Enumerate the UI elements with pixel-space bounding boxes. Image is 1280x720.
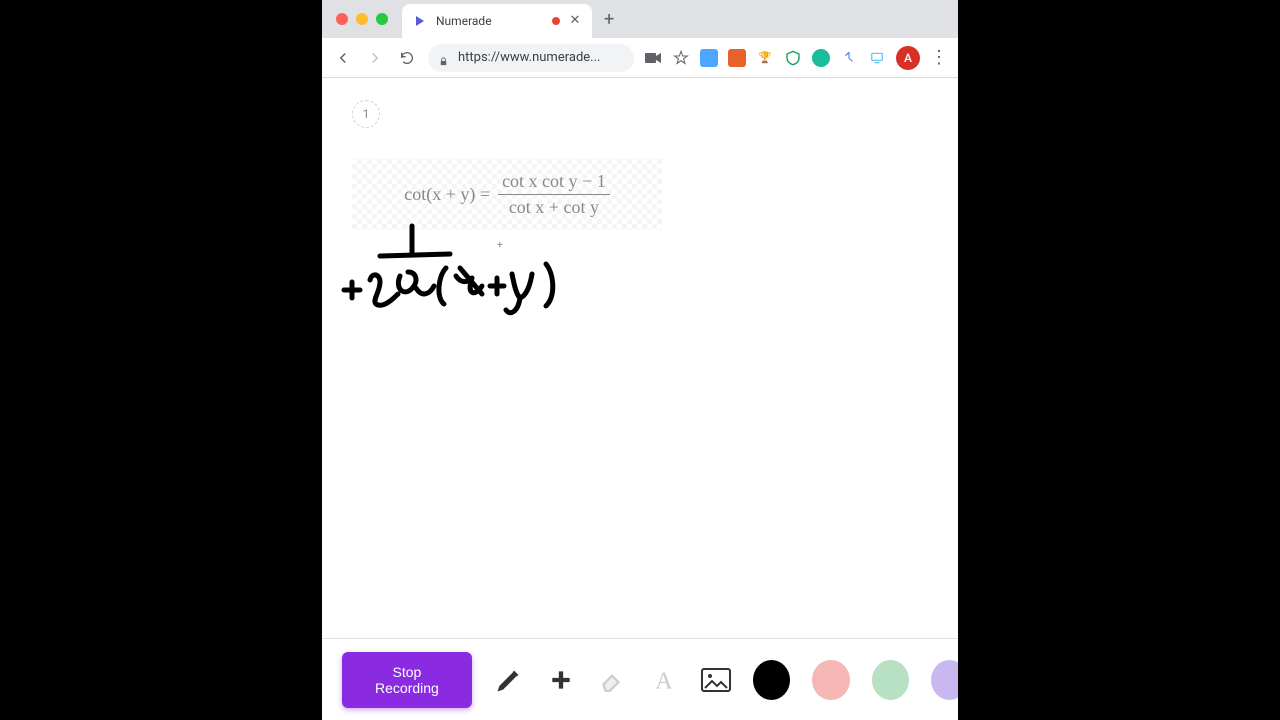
pencil-tool[interactable] [494, 664, 524, 696]
letterbox-left [0, 0, 322, 720]
extension-icon-6[interactable] [840, 49, 858, 67]
new-tab-button[interactable]: + [604, 9, 614, 30]
window-close-button[interactable] [336, 13, 348, 25]
svg-text:A: A [655, 668, 673, 692]
eraser-tool[interactable] [597, 664, 627, 696]
address-bar: https://www.numerade... 🏆 A ⋮ [322, 38, 958, 78]
video-icon[interactable] [644, 49, 662, 67]
extension-icon-7[interactable] [868, 49, 886, 67]
forward-button[interactable] [364, 47, 386, 69]
cursor-crosshair-icon: + [497, 240, 503, 251]
formula-lhs: cot(x + y) = [404, 184, 490, 205]
add-tool[interactable] [546, 664, 576, 696]
tab-favicon-icon [412, 13, 428, 29]
extension-icon-2[interactable] [728, 49, 746, 67]
extension-icons: 🏆 A ⋮ [644, 46, 948, 70]
extension-icon-5[interactable] [812, 49, 830, 67]
color-black[interactable] [753, 660, 790, 700]
window-minimize-button[interactable] [356, 13, 368, 25]
profile-avatar[interactable]: A [896, 46, 920, 70]
lock-icon [438, 52, 450, 64]
handwriting-canvas[interactable]: + [332, 218, 592, 338]
formula-denominator: cot x + cot y [505, 195, 603, 218]
text-tool[interactable]: A [649, 664, 679, 696]
window-controls [336, 13, 388, 25]
recording-indicator-icon [552, 17, 560, 25]
tab-bar: Numerade ✕ + [322, 0, 958, 38]
reload-button[interactable] [396, 47, 418, 69]
color-purple[interactable] [931, 660, 958, 700]
color-pink[interactable] [812, 660, 849, 700]
star-icon[interactable] [672, 49, 690, 67]
page-content: 1 cot(x + y) = cot x cot y − 1 cot x + c… [322, 78, 958, 720]
letterbox-right [958, 0, 1280, 720]
url-input[interactable]: https://www.numerade... [428, 44, 634, 72]
url-text: https://www.numerade... [458, 50, 600, 65]
drawing-toolbar: Stop Recording A [322, 638, 958, 720]
browser-menu-button[interactable]: ⋮ [930, 47, 948, 68]
back-button[interactable] [332, 47, 354, 69]
browser-tab[interactable]: Numerade ✕ [402, 4, 592, 38]
tab-close-button[interactable]: ✕ [568, 14, 582, 28]
stop-recording-button[interactable]: Stop Recording [342, 652, 472, 708]
window-maximize-button[interactable] [376, 13, 388, 25]
formula-numerator: cot x cot y − 1 [498, 171, 610, 195]
color-green[interactable] [872, 660, 909, 700]
tab-title: Numerade [436, 14, 544, 28]
image-tool[interactable] [701, 664, 731, 696]
page-number-badge: 1 [352, 100, 380, 128]
extension-icon-4[interactable] [784, 49, 802, 67]
extension-icon-3[interactable]: 🏆 [756, 49, 774, 67]
extension-icon-1[interactable] [700, 49, 718, 67]
browser-window: Numerade ✕ + https://www.numerade... [322, 0, 958, 720]
